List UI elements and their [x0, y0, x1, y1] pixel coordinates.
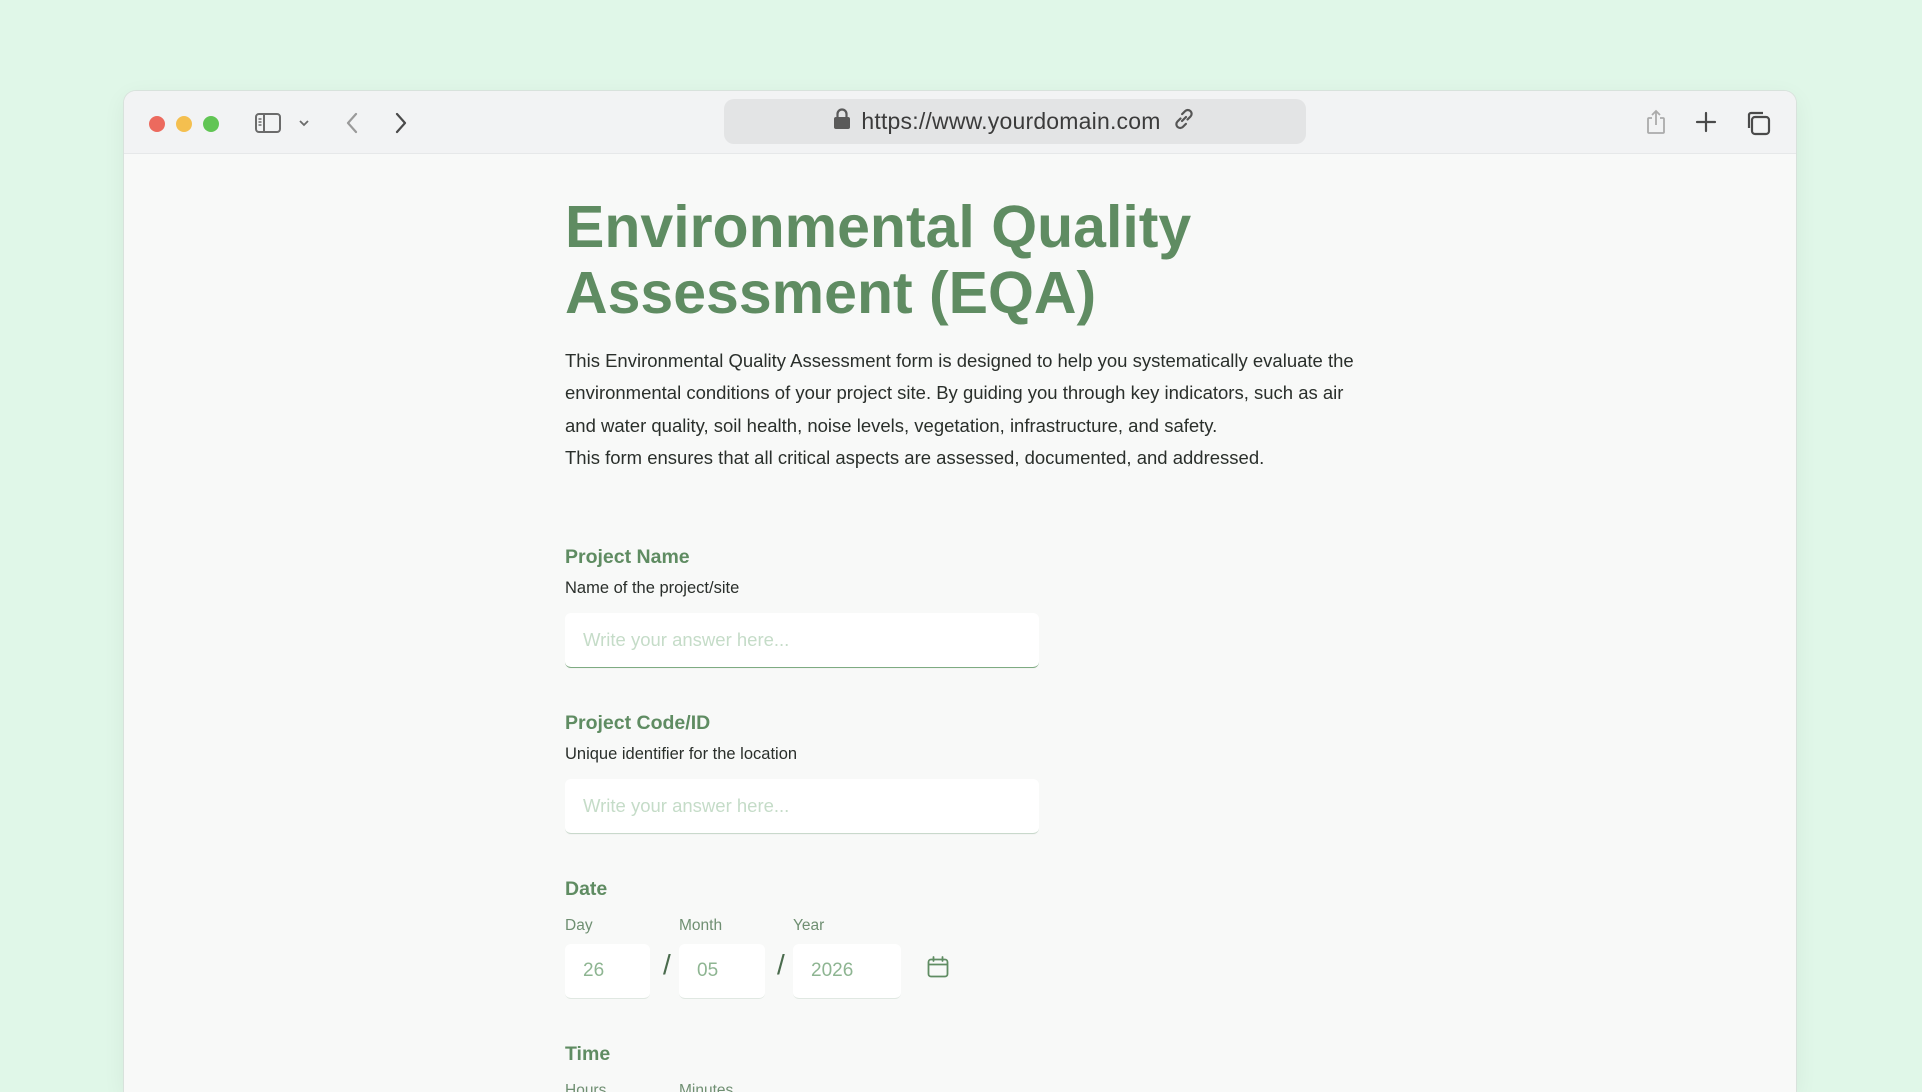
calendar-icon[interactable] [926, 955, 950, 979]
month-label: Month [679, 917, 723, 934]
chevron-down-icon[interactable] [298, 117, 310, 129]
date-separator: / [777, 949, 785, 980]
lock-icon [833, 108, 851, 135]
link-icon[interactable] [1171, 106, 1197, 137]
project-code-label: Project Code/ID [565, 712, 711, 734]
sidebar-icon[interactable] [254, 111, 282, 135]
browser-window: https://www.yourdomain.com Environmental… [124, 91, 1796, 1092]
day-label: Day [565, 917, 593, 934]
tabs-icon[interactable] [1744, 109, 1772, 137]
month-input[interactable]: 05 [679, 944, 765, 999]
url-text: https://www.yourdomain.com [861, 108, 1161, 134]
forward-icon[interactable] [393, 111, 409, 135]
form-description: This Environmental Quality Assessment fo… [565, 345, 1365, 474]
project-code-input[interactable] [565, 779, 1039, 834]
share-icon[interactable] [1644, 108, 1668, 136]
close-window-button[interactable] [149, 116, 165, 132]
minimize-window-button[interactable] [176, 116, 192, 132]
hours-label: Hours [565, 1082, 607, 1092]
project-name-input[interactable] [565, 613, 1039, 668]
time-label: Time [565, 1043, 611, 1065]
day-input[interactable]: 26 [565, 944, 650, 999]
description-paragraph-1: This Environmental Quality Assessment fo… [565, 350, 1354, 436]
year-input[interactable]: 2026 [793, 944, 901, 999]
browser-toolbar: https://www.yourdomain.com [124, 91, 1796, 154]
back-icon[interactable] [344, 111, 360, 135]
project-code-help: Unique identifier for the location [565, 745, 798, 763]
project-name-help: Name of the project/site [565, 579, 740, 597]
date-separator: / [663, 949, 671, 980]
address-bar[interactable]: https://www.yourdomain.com [724, 99, 1306, 144]
description-paragraph-2: This form ensures that all critical aspe… [565, 446, 1265, 468]
new-tab-icon[interactable] [1694, 110, 1718, 134]
maximize-window-button[interactable] [203, 116, 219, 132]
year-label: Year [793, 917, 825, 934]
date-label: Date [565, 878, 608, 900]
project-name-label: Project Name [565, 546, 690, 568]
page-title: Environmental Quality Assessment (EQA) [565, 194, 1192, 326]
minutes-label: Minutes [679, 1082, 734, 1092]
